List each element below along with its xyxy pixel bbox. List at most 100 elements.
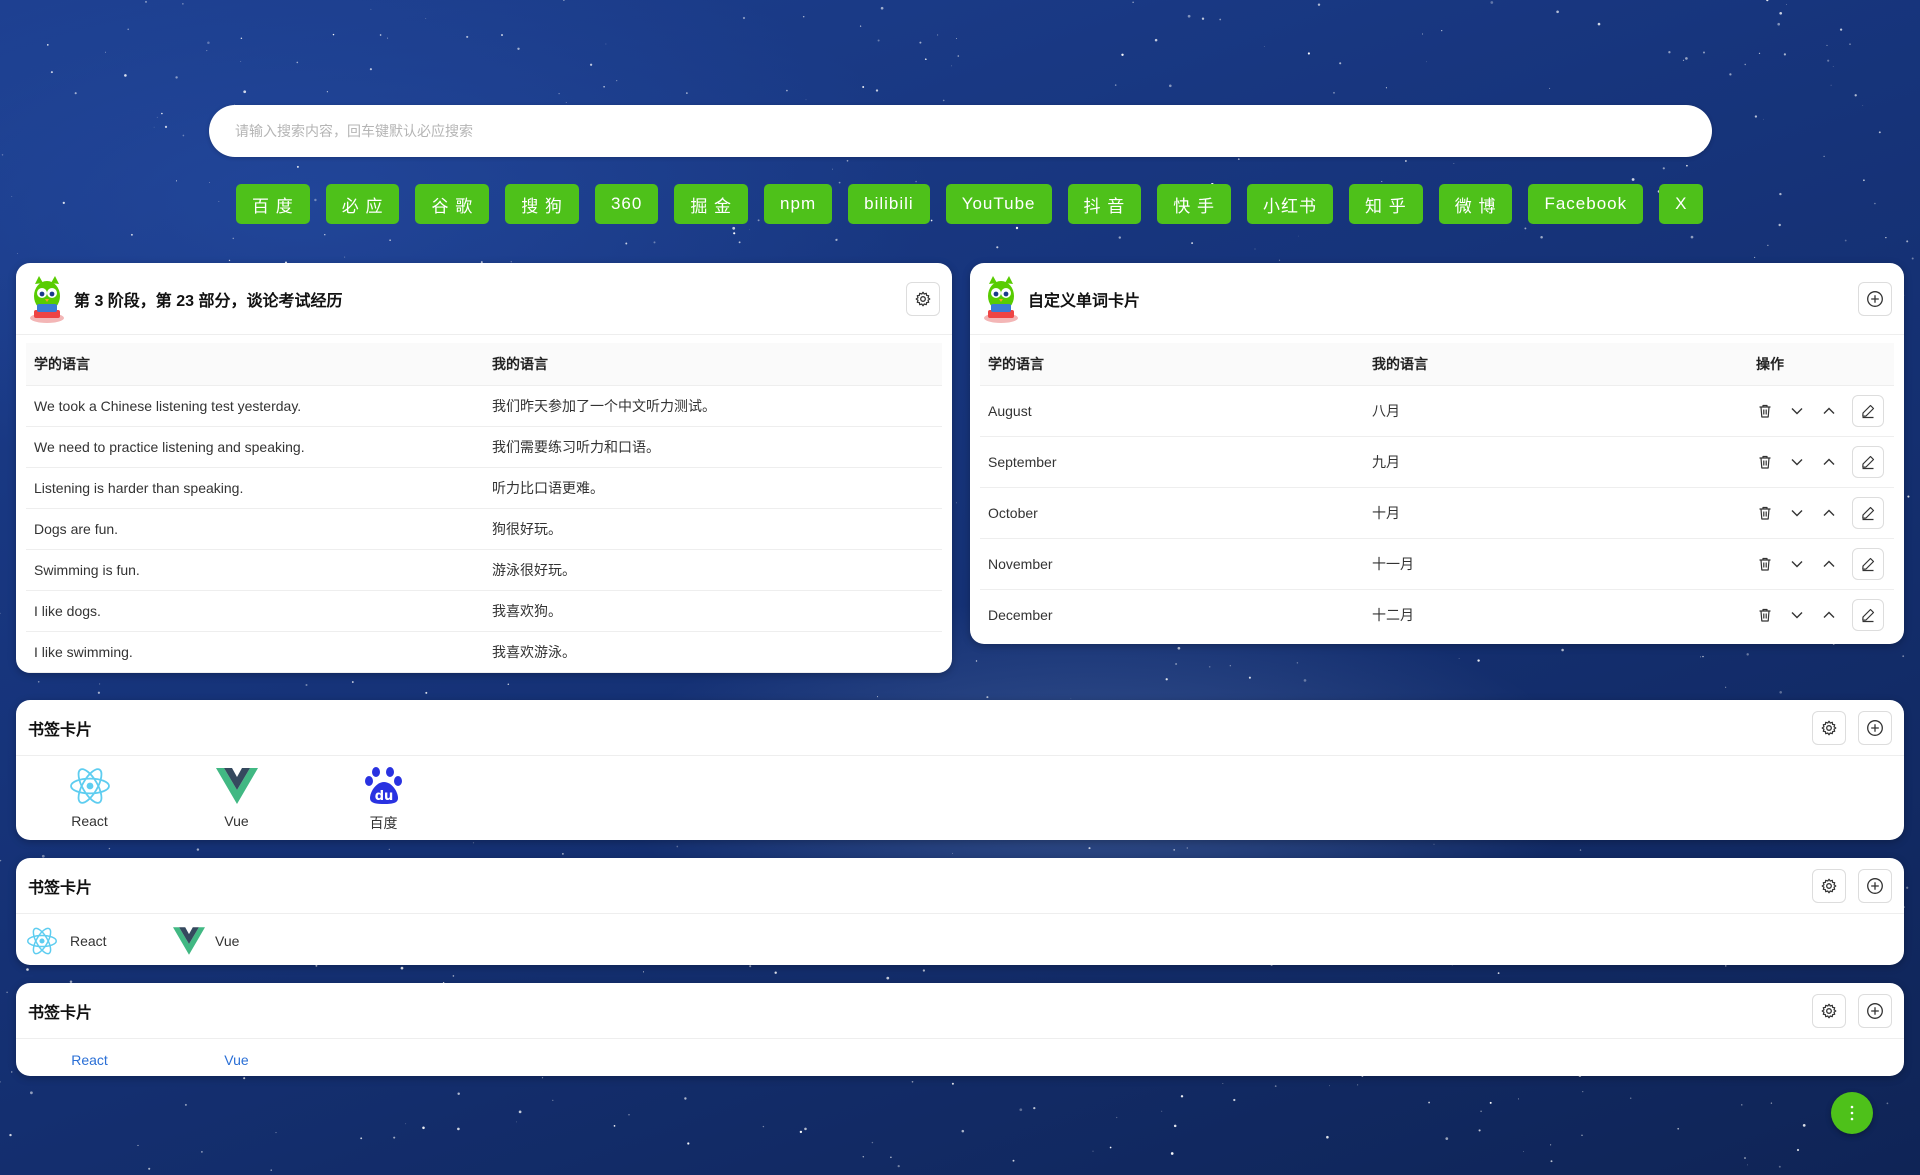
chevron-down-icon[interactable] bbox=[1788, 555, 1806, 573]
table-row: We need to practice listening and speaki… bbox=[26, 426, 942, 468]
bookmark-card-title: 书签卡片 bbox=[28, 721, 93, 739]
engine-button-npm[interactable]: npm bbox=[764, 184, 833, 224]
bookmark-label: React bbox=[71, 813, 108, 829]
edit-icon[interactable] bbox=[1852, 547, 1884, 580]
chevron-down-icon[interactable] bbox=[1788, 453, 1806, 471]
chevron-down-icon[interactable] bbox=[1788, 504, 1806, 522]
cell-mine: 十二月 bbox=[1372, 606, 1414, 623]
bookmark-settings-button[interactable] bbox=[1812, 710, 1846, 745]
bookmark-label: Vue bbox=[215, 933, 240, 949]
chevron-down-icon[interactable] bbox=[1788, 606, 1806, 624]
engine-button-youtube[interactable]: YouTube bbox=[945, 184, 1052, 224]
bookmark-item-react[interactable]: React bbox=[26, 926, 173, 956]
bookmark-item-vue[interactable]: Vue bbox=[173, 927, 320, 955]
cell-ops bbox=[1748, 538, 1894, 590]
chevron-down-icon[interactable] bbox=[1788, 402, 1806, 420]
edit-icon[interactable] bbox=[1852, 394, 1884, 427]
engine-button-facebook[interactable]: Facebook bbox=[1528, 184, 1644, 224]
edit-icon[interactable] bbox=[1852, 496, 1884, 529]
bookmark-item-baidu[interactable]: du 百度 bbox=[310, 766, 457, 833]
table-row: Swimming is fun. 游泳很好玩。 bbox=[26, 549, 942, 591]
bookmark-card-title: 书签卡片 bbox=[28, 879, 93, 897]
bookmark-link-react[interactable]: React bbox=[16, 1052, 163, 1068]
cell-learn: We took a Chinese listening test yesterd… bbox=[26, 385, 484, 427]
react-logo-icon bbox=[27, 927, 57, 955]
engine-button-zhihu[interactable]: 知 乎 bbox=[1348, 184, 1423, 224]
bookmark-link-vue[interactable]: Vue bbox=[163, 1052, 310, 1068]
cell-learn: December bbox=[988, 606, 1053, 623]
bookmark-item-vue[interactable]: Vue bbox=[163, 766, 310, 833]
cell-learn: Listening is harder than speaking. bbox=[26, 467, 484, 509]
col-operations: 操作 bbox=[1748, 343, 1894, 386]
lesson-card: 第 3 阶段，第 23 部分，谈论考试经历 学的语言 我的语言 We took … bbox=[16, 263, 952, 673]
more-menu-button[interactable] bbox=[1831, 1092, 1873, 1134]
bookmark-add-button[interactable] bbox=[1858, 710, 1892, 745]
cell-ops bbox=[1748, 436, 1894, 488]
cell-ops bbox=[1748, 385, 1894, 437]
vertical-dots-icon bbox=[1850, 1105, 1854, 1121]
trash-icon[interactable] bbox=[1756, 402, 1774, 420]
bookmark-card-links: 书签卡片 React Vue bbox=[16, 983, 1904, 1076]
lesson-settings-button[interactable] bbox=[906, 281, 940, 316]
engine-button-bing[interactable]: 必 应 bbox=[325, 184, 400, 224]
engine-button-360[interactable]: 360 bbox=[594, 184, 659, 224]
engine-button-xiaohongshu[interactable]: 小红书 bbox=[1246, 184, 1333, 224]
cell-learn: I like dogs. bbox=[26, 590, 484, 632]
cell-learn: October bbox=[980, 487, 1364, 539]
cell-mine: 我们需要练习听力和口语。 bbox=[484, 426, 942, 468]
chevron-up-icon[interactable] bbox=[1820, 504, 1838, 522]
bookmark-item-react[interactable]: React bbox=[16, 766, 163, 833]
engine-button-juejin[interactable]: 掘 金 bbox=[674, 184, 749, 224]
chevron-up-icon[interactable] bbox=[1820, 606, 1838, 624]
edit-icon[interactable] bbox=[1852, 445, 1884, 478]
engine-button-douyin[interactable]: 抖 音 bbox=[1067, 184, 1142, 224]
col-my-language: 我的语言 bbox=[1364, 343, 1748, 386]
bookmark-add-button[interactable] bbox=[1858, 993, 1892, 1028]
cell-mine: 我们昨天参加了一个中文听力测试。 bbox=[484, 385, 942, 427]
trash-icon[interactable] bbox=[1756, 606, 1774, 624]
search-input[interactable] bbox=[209, 105, 1712, 157]
chevron-up-icon[interactable] bbox=[1820, 453, 1838, 471]
svg-text:du: du bbox=[374, 789, 393, 804]
cell-mine: 游泳很好玩。 bbox=[484, 549, 942, 591]
cell-learn: November bbox=[980, 538, 1364, 590]
engine-button-baidu[interactable]: 百 度 bbox=[236, 184, 310, 224]
engine-button-google[interactable]: 谷 歌 bbox=[415, 184, 490, 224]
col-learn-language: 学的语言 bbox=[980, 343, 1364, 386]
engine-button-sogou[interactable]: 搜 狗 bbox=[505, 184, 579, 224]
bookmark-add-button[interactable] bbox=[1858, 868, 1892, 903]
bookmark-settings-button[interactable] bbox=[1812, 868, 1846, 903]
cell-learn: September bbox=[980, 436, 1364, 488]
bookmark-settings-button[interactable] bbox=[1812, 993, 1846, 1028]
table-row: August 八月 bbox=[980, 385, 1894, 437]
engine-button-kuaishou[interactable]: 快 手 bbox=[1157, 184, 1231, 224]
engine-button-bilibili[interactable]: bilibili bbox=[848, 184, 930, 224]
trash-icon[interactable] bbox=[1756, 504, 1774, 522]
gear-icon bbox=[1821, 878, 1837, 893]
table-row: Listening is harder than speaking. 听力比口语… bbox=[26, 467, 942, 509]
chevron-up-icon[interactable] bbox=[1820, 555, 1838, 573]
vue-logo-icon bbox=[173, 927, 205, 955]
gear-icon bbox=[915, 291, 931, 306]
cell-mine: 狗很好玩。 bbox=[484, 508, 942, 550]
col-learn-language: 学的语言 bbox=[26, 343, 484, 386]
bookmark-card-header: 书签卡片 bbox=[16, 700, 1904, 756]
word-add-button[interactable] bbox=[1858, 281, 1892, 316]
chevron-up-icon[interactable] bbox=[1820, 402, 1838, 420]
cell-mine: 听力比口语更难。 bbox=[484, 467, 942, 509]
trash-icon[interactable] bbox=[1756, 453, 1774, 471]
engine-button-x[interactable]: X bbox=[1659, 184, 1704, 224]
engine-button-weibo[interactable]: 微 博 bbox=[1438, 184, 1513, 224]
cell-mine: 我喜欢狗。 bbox=[484, 590, 942, 632]
bookmark-card-header: 书签卡片 bbox=[16, 858, 1904, 914]
table-row: I like dogs. 我喜欢狗。 bbox=[26, 590, 942, 632]
lesson-card-header: 第 3 阶段，第 23 部分，谈论考试经历 bbox=[16, 263, 952, 335]
lesson-card-title: 第 3 阶段，第 23 部分，谈论考试经历 bbox=[74, 292, 343, 310]
duolingo-owl-icon bbox=[984, 275, 1018, 323]
plus-circle-icon bbox=[1867, 290, 1883, 307]
duolingo-owl-icon bbox=[30, 275, 64, 323]
trash-icon[interactable] bbox=[1756, 555, 1774, 573]
cell-mine: 十一月 bbox=[1364, 538, 1748, 590]
edit-icon[interactable] bbox=[1852, 598, 1884, 631]
bookmark-label: 百度 bbox=[369, 815, 398, 831]
